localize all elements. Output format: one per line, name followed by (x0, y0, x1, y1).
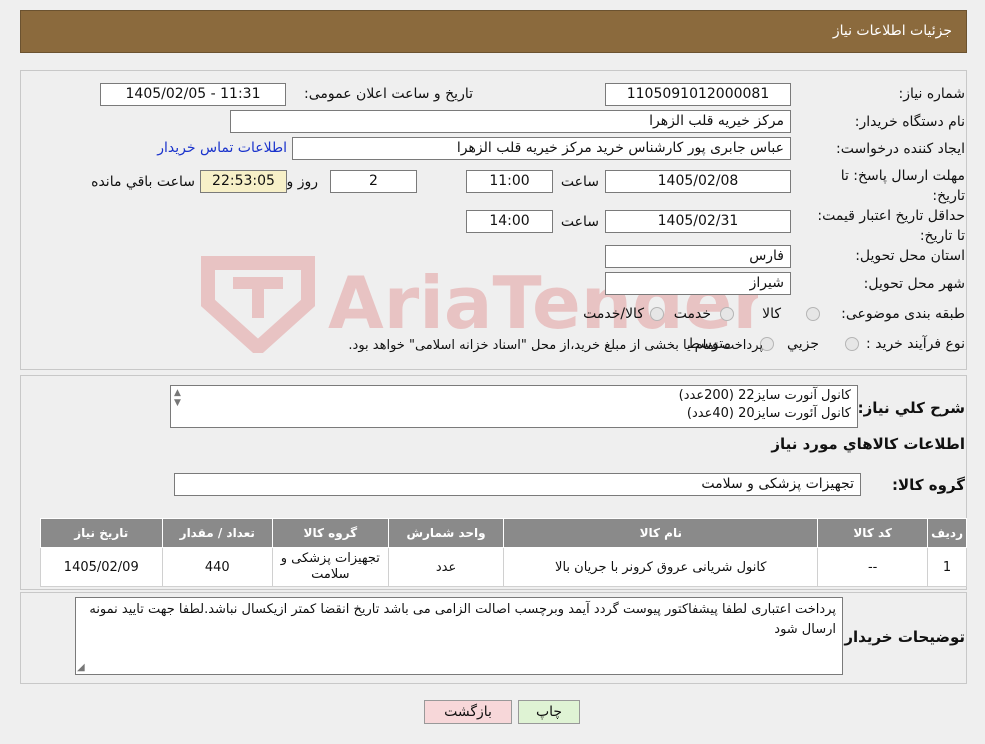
summary-line-2: کانول آئورت سایز20 (40عدد) (686, 406, 851, 421)
cell-unit: عدد (387, 547, 505, 587)
need-number-field: 1105091012000081 (605, 83, 791, 106)
summary-textarea[interactable]: کانول آنورت سایز22 (200عدد) کانول آئورت … (170, 385, 858, 428)
col-header-name: نام کالا (503, 518, 819, 548)
resize-handle-icon[interactable]: ◢ (77, 662, 85, 673)
scroll-up-icon[interactable]: ▲ (174, 388, 181, 398)
col-header-quantity: تعداد / مقدار (161, 518, 274, 548)
table-row: 1 -- کانول شریانی عروق کرونر با جریان با… (40, 547, 967, 587)
category-option-both: کالا/خدمت (583, 306, 644, 322)
back-button[interactable]: بازگشت (424, 700, 512, 724)
validity-time-label: ساعت (560, 214, 599, 230)
goods-group-field: تجهیزات پزشکی و سلامت (174, 473, 861, 496)
col-header-group: گروه کالا (272, 518, 389, 548)
page-title: جزئیات اطلاعات نیاز (832, 23, 952, 39)
col-header-unit: واحد شمارش (387, 518, 505, 548)
category-radio-service[interactable] (720, 307, 734, 321)
validity-time-field: 14:00 (466, 210, 553, 233)
cell-code: -- (817, 547, 929, 587)
page-header: جزئیات اطلاعات نیاز (20, 10, 967, 53)
need-number-label: شماره نیاز: (898, 86, 966, 102)
category-radio-both[interactable] (650, 307, 664, 321)
validity-label: حداقل تاریخ اعتبار قیمت: تا تاریخ: (817, 208, 965, 244)
announce-field: 1405/02/05 - 11:31 (100, 83, 286, 106)
goods-info-title: اطلاعات کالاهاي مورد نياز (771, 435, 965, 453)
remaining-label: ساعت باقي مانده (91, 174, 195, 190)
process-option-minor: جزيي (787, 336, 819, 352)
cell-row-number: 1 (927, 547, 967, 587)
buyer-notes-textarea[interactable]: پرداخت اعتباری لطفا پیشفاکتور پیوست گردد… (75, 597, 843, 675)
category-option-service: خدمت (673, 306, 711, 322)
creator-field: عباس جابری پور کارشناس خرید مرکز خیریه ق… (292, 137, 791, 160)
cell-quantity: 440 (161, 547, 274, 587)
deadline-label: مهلت ارسال پاسخ: تا تاریخ: (840, 168, 965, 204)
category-radio-goods[interactable] (806, 307, 820, 321)
city-field: شیراز (605, 272, 791, 295)
col-header-code: کد کالا (817, 518, 929, 548)
cell-group: تجهیزات پزشکی و سلامت (272, 547, 389, 587)
deadline-date-field: 1405/02/08 (605, 170, 791, 193)
print-button[interactable]: چاپ (518, 700, 580, 724)
category-option-goods: کالا (762, 306, 781, 322)
summary-label: شرح کلي نياز: (857, 399, 965, 417)
buyer-contact-link[interactable]: اطلاعات تماس خریدار (157, 140, 287, 156)
process-label: نوع فرآیند خرید : (866, 336, 965, 352)
province-label: استان محل تحویل: (855, 248, 965, 264)
buyer-field: مرکز خیریه قلب الزهرا (230, 110, 791, 133)
scroll-down-icon[interactable]: ▼ (174, 398, 181, 408)
buyer-label: نام دستگاه خریدار: (854, 114, 965, 130)
deadline-time-label: ساعت (560, 174, 599, 190)
buyer-notes-label: توضیحات خریدار: (838, 628, 965, 646)
process-radio-minor[interactable] (845, 337, 859, 351)
validity-date-field: 1405/02/31 (605, 210, 791, 233)
days-label: روز و (286, 174, 319, 190)
remaining-time-field: 22:53:05 (200, 170, 287, 193)
cell-date: 1405/02/09 (40, 547, 163, 587)
col-header-row: رديف (927, 518, 967, 548)
province-field: فارس (605, 245, 791, 268)
process-note: پرداخت تمام یا بخشی از مبلغ خرید،از محل … (348, 338, 763, 353)
category-label: طبقه بندی موضوعی: (841, 306, 965, 322)
col-header-date: تاريخ نياز (40, 518, 163, 548)
summary-line-1: کانول آنورت سایز22 (200عدد) (678, 388, 851, 403)
announce-label: تاریخ و ساعت اعلان عمومی: (304, 86, 473, 102)
deadline-time-field: 11:00 (466, 170, 553, 193)
goods-table: رديف کد کالا نام کالا واحد شمارش گروه کا… (40, 518, 967, 587)
days-field: 2 (330, 170, 417, 193)
goods-group-label: گروه کالا: (892, 476, 965, 494)
cell-name: کانول شریانی عروق کرونر با جریان بالا (503, 547, 819, 587)
city-label: شهر محل تحویل: (863, 276, 965, 292)
creator-label: ایجاد کننده درخواست: (836, 141, 965, 157)
